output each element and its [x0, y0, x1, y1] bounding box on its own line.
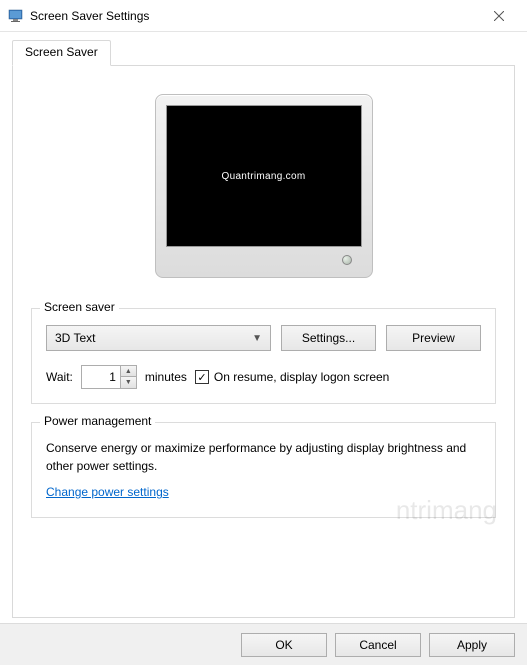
titlebar: Screen Saver Settings — [0, 0, 527, 32]
wait-input[interactable] — [82, 366, 120, 388]
preview-text: Quantrimang.com — [222, 171, 306, 182]
wait-spinner[interactable]: ▲ ▼ — [81, 365, 137, 389]
preview-area: Quantrimang.com — [31, 94, 496, 278]
spinner-up[interactable]: ▲ — [121, 366, 136, 377]
close-icon — [494, 11, 504, 21]
settings-button[interactable]: Settings... — [281, 325, 376, 351]
monitor-base — [166, 247, 362, 273]
power-description: Conserve energy or maximize performance … — [46, 439, 481, 475]
resume-label: On resume, display logon screen — [214, 370, 389, 384]
screensaver-legend: Screen saver — [40, 300, 119, 314]
screensaver-select-value: 3D Text — [55, 331, 95, 345]
power-legend: Power management — [40, 414, 155, 428]
checkbox-icon: ✓ — [195, 370, 209, 384]
chevron-down-icon: ▼ — [252, 333, 262, 344]
wait-label: Wait: — [46, 370, 73, 384]
monitor-icon — [8, 8, 24, 24]
dialog-footer: OK Cancel Apply — [0, 623, 527, 665]
preview-button[interactable]: Preview — [386, 325, 481, 351]
tab-screensaver[interactable]: Screen Saver — [12, 40, 111, 66]
ok-button[interactable]: OK — [241, 633, 327, 657]
tab-panel: Quantrimang.com Screen saver 3D Text ▼ S… — [12, 66, 515, 618]
dialog-content: Screen Saver Quantrimang.com Screen save… — [0, 32, 527, 622]
spinner-down[interactable]: ▼ — [121, 377, 136, 388]
apply-button[interactable]: Apply — [429, 633, 515, 657]
power-group: Power management Conserve energy or maxi… — [31, 422, 496, 518]
minutes-label: minutes — [145, 370, 187, 384]
resume-checkbox[interactable]: ✓ On resume, display logon screen — [195, 370, 389, 384]
window-title: Screen Saver Settings — [30, 9, 149, 23]
screensaver-select[interactable]: 3D Text ▼ — [46, 325, 271, 351]
close-button[interactable] — [479, 2, 519, 30]
change-power-settings-link[interactable]: Change power settings — [46, 485, 169, 499]
tab-strip: Screen Saver — [12, 40, 515, 66]
power-led-icon — [342, 255, 352, 265]
preview-monitor: Quantrimang.com — [155, 94, 373, 278]
cancel-button[interactable]: Cancel — [335, 633, 421, 657]
screensaver-group: Screen saver 3D Text ▼ Settings... Previ… — [31, 308, 496, 404]
preview-screen: Quantrimang.com — [166, 105, 362, 247]
